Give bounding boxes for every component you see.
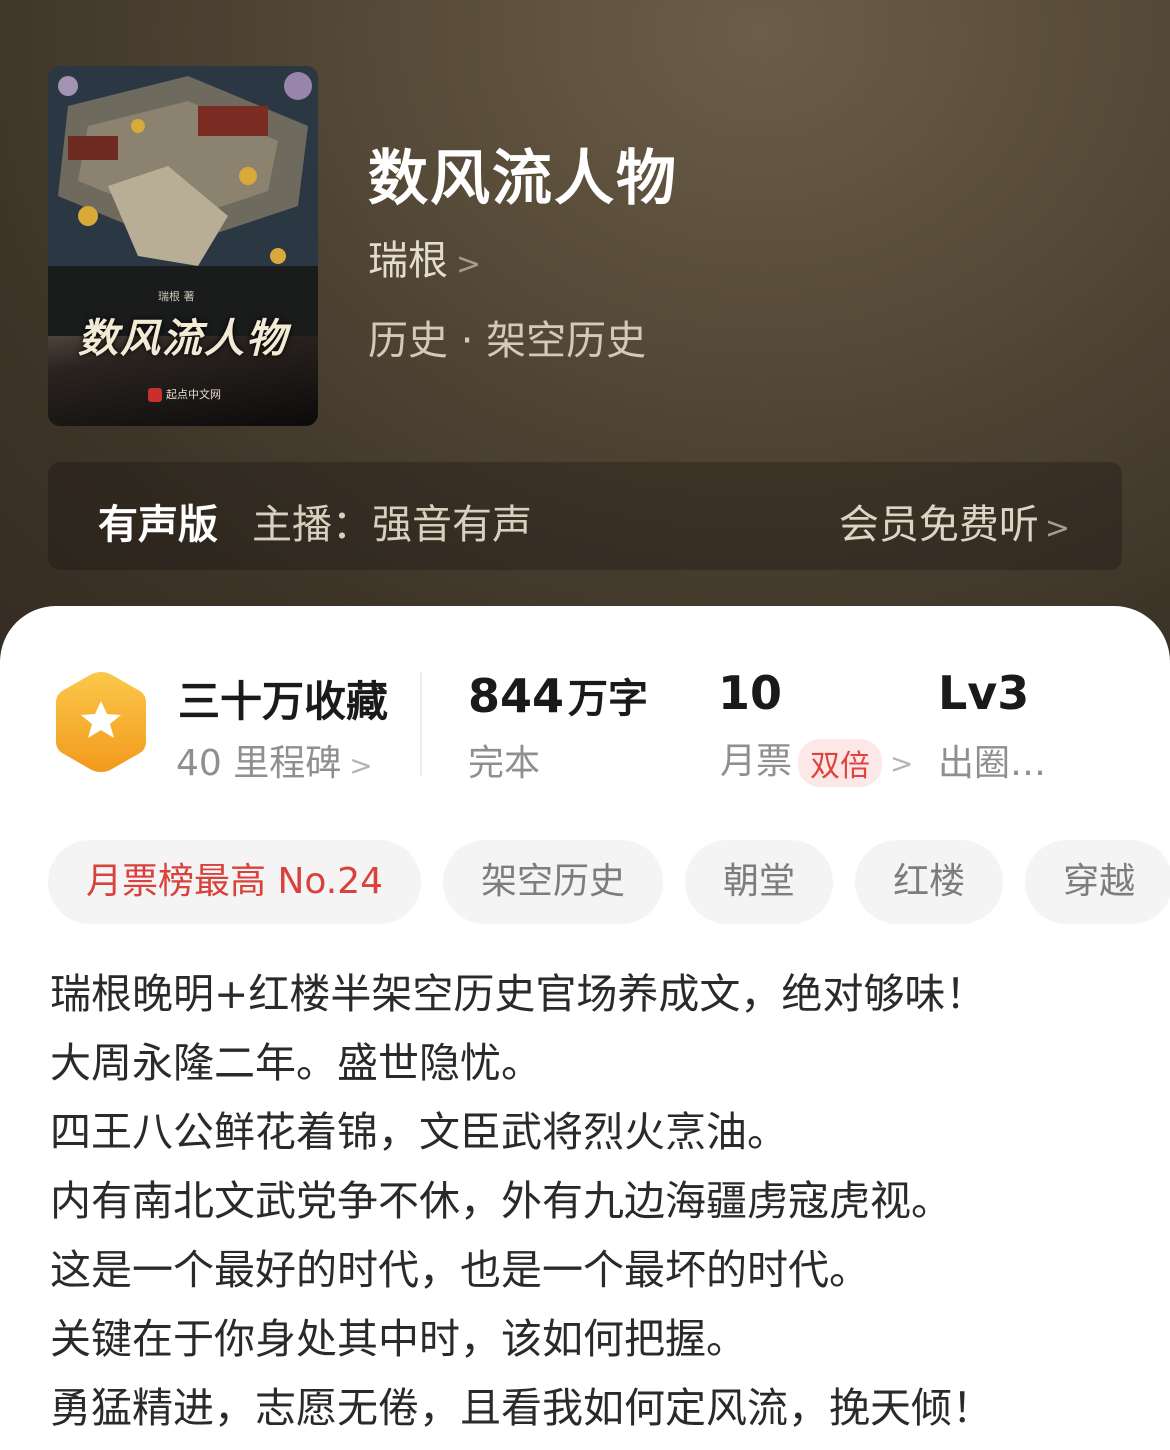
audio-version-bar[interactable]: 有声版 主播：强音有声 会员免费听 > — [48, 462, 1122, 570]
book-category: 历史 · 架空历史 — [368, 318, 647, 364]
monthly-ticket-link[interactable]: 月票 双倍 > — [720, 732, 913, 787]
book-title: 数风流人物 — [368, 144, 678, 214]
audio-host: 主播：强音有声 — [252, 502, 532, 548]
intro-line: 四王八公鲜花着锦，文臣武将烈火烹油。 — [50, 1108, 788, 1156]
level-label[interactable]: 出圈… — [938, 734, 1046, 786]
milestone-label: 40 里程碑 — [176, 743, 342, 784]
intro-line: 勇猛精进，志愿无倦，且看我如何定风流，挽天倾！ — [50, 1384, 993, 1432]
tag-rank[interactable]: 月票榜最高 No.24 — [48, 840, 422, 924]
intro-line: 这是一个最好的时代，也是一个最坏的时代。 — [50, 1246, 870, 1294]
publisher-logo-icon — [148, 388, 162, 402]
tag-alt-history[interactable]: 架空历史 — [443, 840, 664, 924]
stats-divider — [420, 672, 422, 776]
chevron-right-icon: > — [349, 749, 373, 782]
chevron-right-icon: > — [1044, 511, 1070, 546]
intro-line: 关键在于你身处其中时，该如何把握。 — [50, 1315, 747, 1363]
word-count-unit: 万字 — [568, 676, 649, 722]
star-hexagon-icon — [56, 672, 146, 772]
book-intro[interactable]: 瑞根晚明+红楼半架空历史官场养成文，绝对够味！ 大周永隆二年。盛世隐忧。 四王八… — [50, 960, 1140, 1443]
chevron-right-icon: > — [456, 247, 482, 282]
word-count-value: 844 — [468, 669, 565, 723]
tag-list: 月票榜最高 No.24 架空历史 朝堂 红楼 穿越 — [48, 840, 1170, 926]
favorites-value: 三十万收藏 — [178, 677, 389, 726]
book-header: 瑞根 著 数风流人物 起点中文网 数风流人物 瑞根 > 历史 · 架空历史 有声版… — [0, 0, 1170, 660]
cover-title: 数风流人物 — [78, 315, 288, 362]
audio-tag: 有声版 — [98, 502, 218, 548]
member-listen-label: 会员免费听 — [838, 502, 1039, 548]
completion-status: 完本 — [468, 743, 541, 784]
book-cover[interactable]: 瑞根 著 数风流人物 起点中文网 — [48, 66, 318, 426]
double-badge: 双倍 — [798, 739, 883, 787]
word-count: 844 万字 — [468, 666, 648, 724]
intro-line: 大周永隆二年。盛世隐忧。 — [50, 1039, 542, 1087]
milestone-link[interactable]: 40 里程碑 > — [176, 734, 373, 786]
intro-line: 瑞根晚明+红楼半架空历史官场养成文，绝对够味！ — [50, 970, 987, 1018]
tag-court[interactable]: 朝堂 — [685, 840, 834, 924]
cover-publisher: 起点中文网 — [148, 386, 221, 402]
monthly-ticket-count: 10 — [718, 666, 783, 720]
chevron-right-icon: > — [890, 747, 914, 780]
author-link[interactable]: 瑞根 > — [368, 228, 481, 286]
author-name: 瑞根 — [368, 238, 448, 284]
cover-publisher-name: 起点中文网 — [166, 388, 221, 401]
tag-time-travel[interactable]: 穿越 — [1025, 840, 1170, 924]
member-listen-link[interactable]: 会员免费听 > — [839, 492, 1070, 550]
tag-red-mansion[interactable]: 红楼 — [855, 840, 1004, 924]
intro-line: 内有南北文武党争不休，外有九边海疆虏寇虎视。 — [50, 1177, 952, 1225]
cover-author: 瑞根 著 — [158, 290, 195, 303]
monthly-ticket-label: 月票 — [720, 741, 793, 782]
level-value: Lv3 — [938, 666, 1030, 720]
